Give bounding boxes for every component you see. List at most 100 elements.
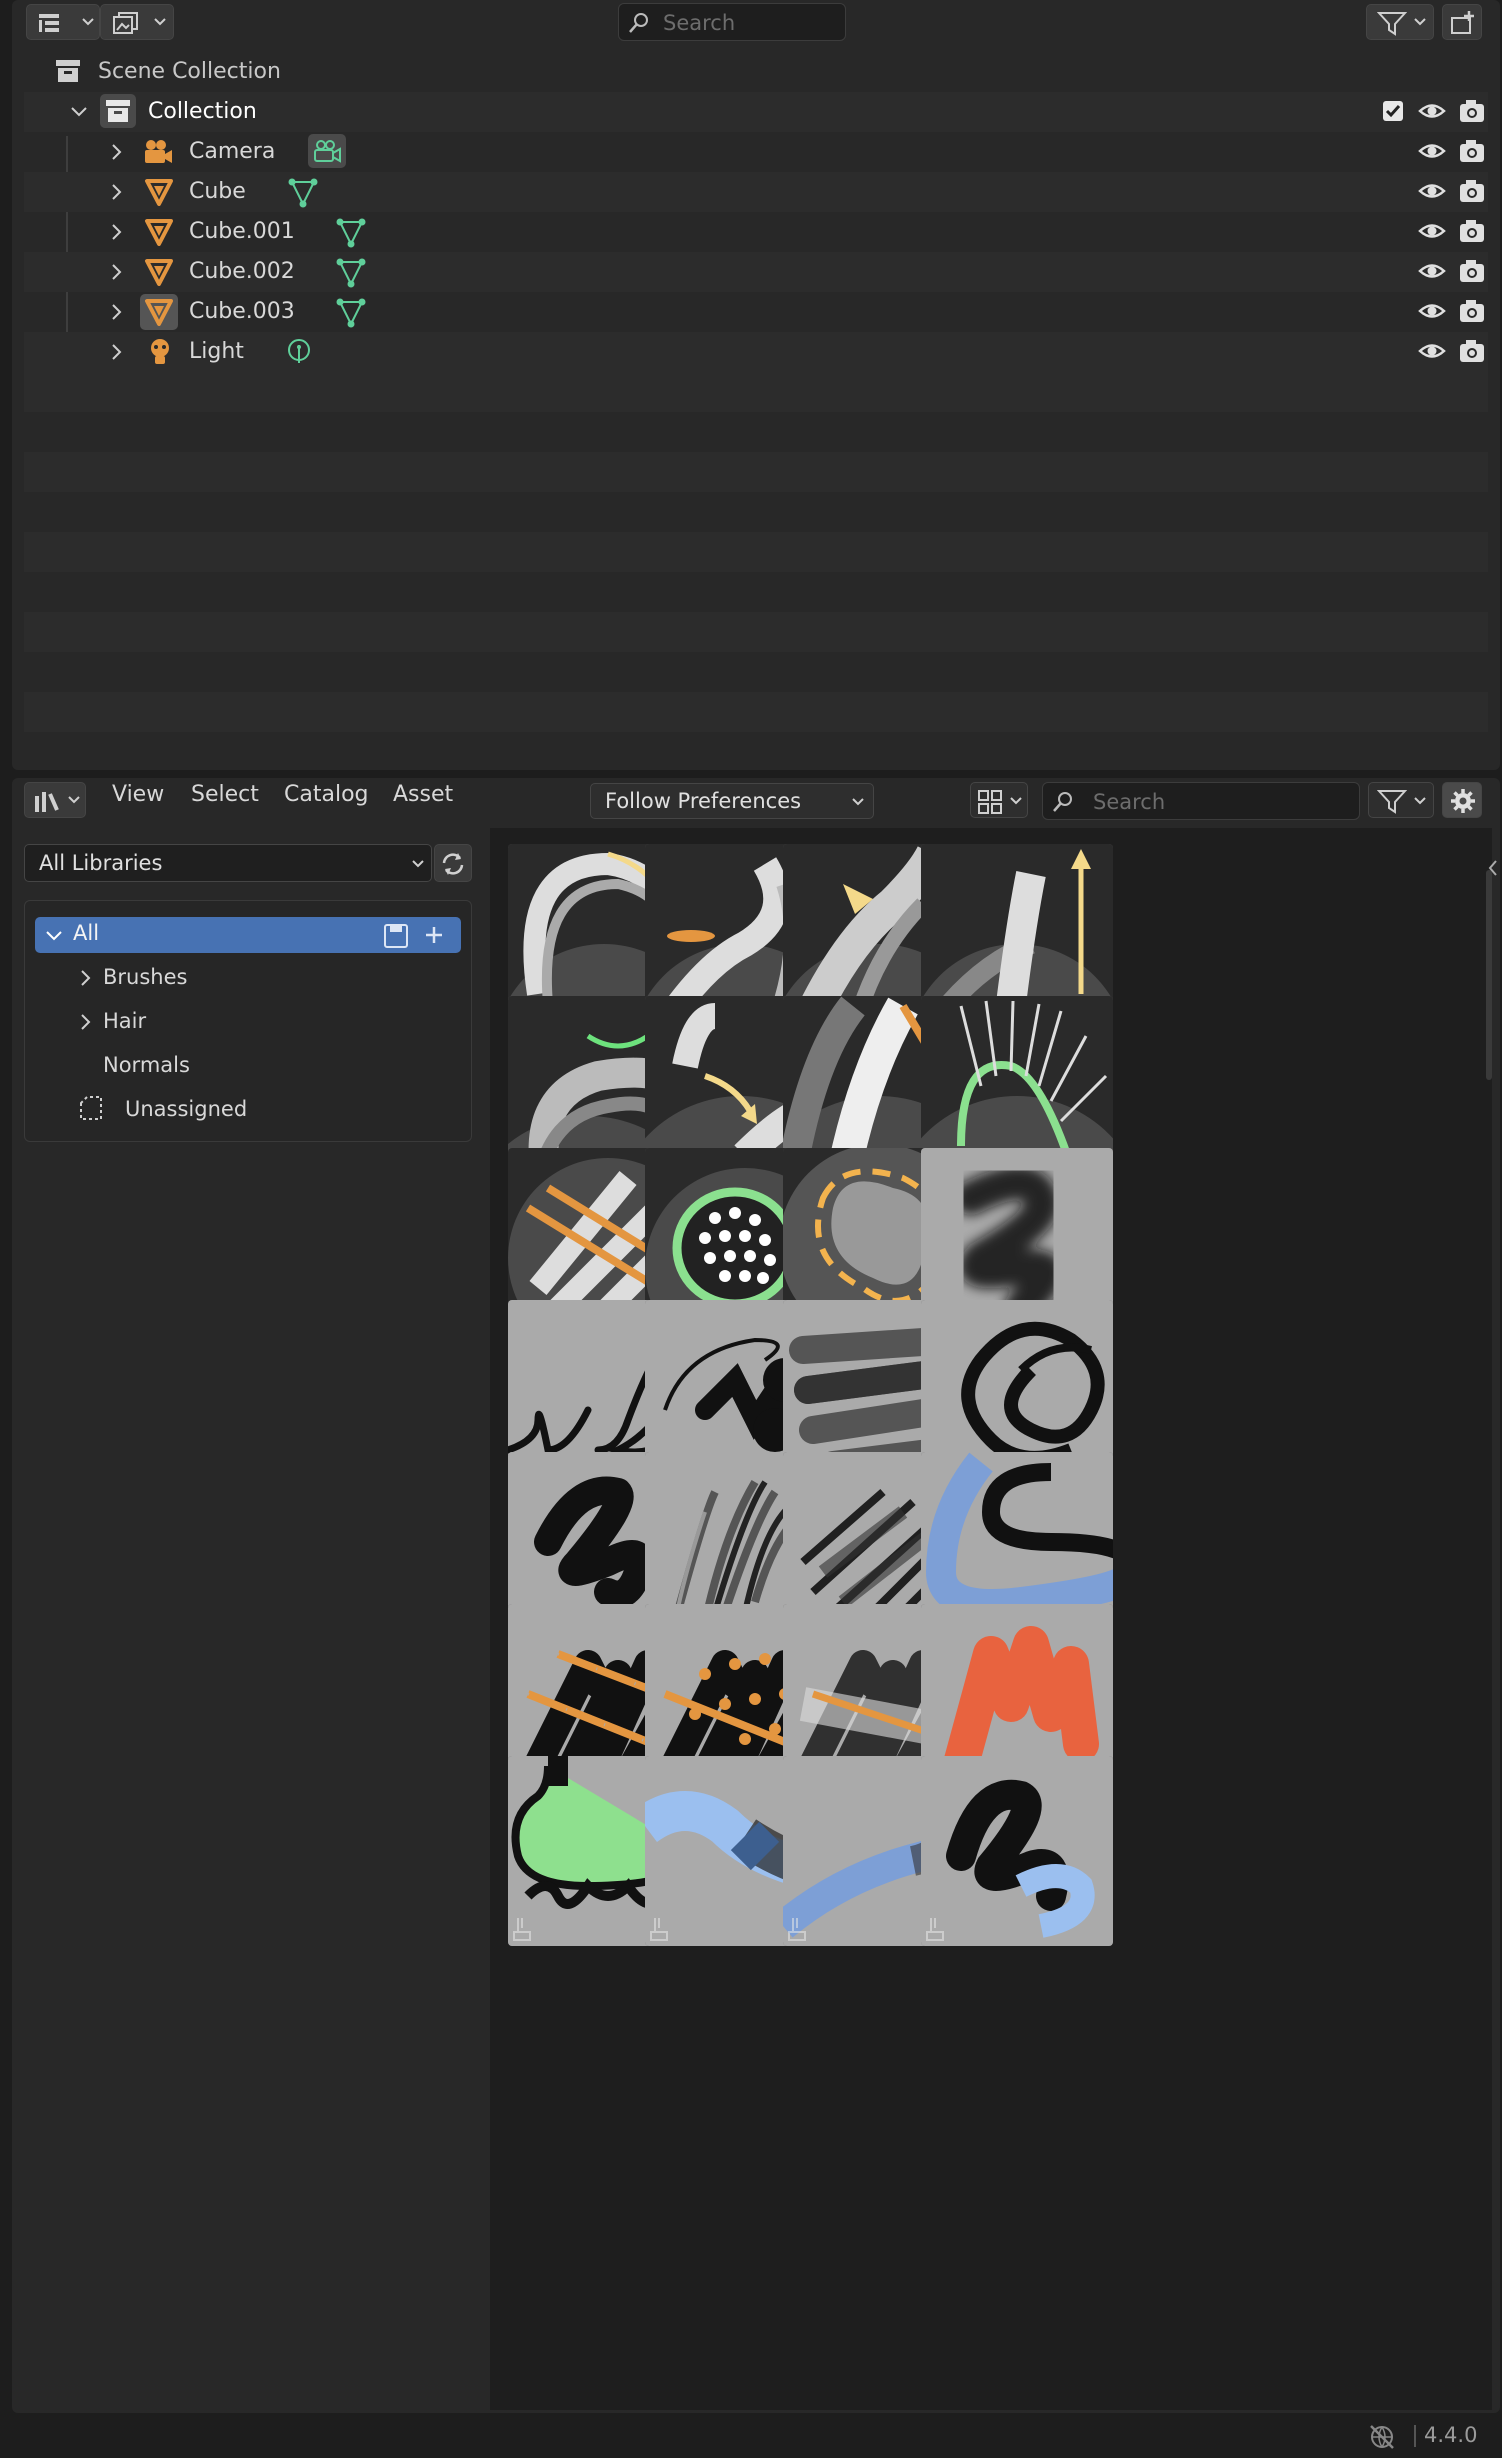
object-name-label: Cube.003 bbox=[189, 299, 295, 324]
status-divider bbox=[1414, 2425, 1416, 2447]
object-name-label: Cube bbox=[189, 179, 246, 204]
display-mode-grid-button[interactable] bbox=[970, 782, 1028, 818]
chevron-right-icon[interactable] bbox=[110, 183, 124, 201]
chevron-right-icon[interactable] bbox=[110, 263, 124, 281]
camera-render-icon[interactable] bbox=[1458, 178, 1486, 204]
settings-button[interactable] bbox=[1442, 782, 1482, 818]
chevron-right-icon[interactable] bbox=[110, 303, 124, 321]
eye-icon[interactable] bbox=[1418, 220, 1446, 242]
catalog-all-row[interactable]: All bbox=[35, 917, 461, 953]
asset-grid: CombGrow/ShrinkPinchPuffPull TipsSlideSm… bbox=[490, 828, 1492, 2410]
catalog-unassigned[interactable]: Unassigned bbox=[125, 1097, 247, 1121]
camera-render-icon[interactable] bbox=[1458, 218, 1486, 244]
mesh-object-icon bbox=[145, 259, 173, 286]
outliner-row-scene-collection[interactable]: Scene Collection bbox=[24, 52, 1488, 92]
scene-collection-label: Scene Collection bbox=[98, 59, 281, 84]
object-name-label: Camera bbox=[189, 139, 276, 164]
outliner-row-camera[interactable]: Camera bbox=[24, 132, 1488, 172]
mesh-object-icon bbox=[145, 219, 173, 246]
eye-icon[interactable] bbox=[1418, 140, 1446, 162]
filter-button[interactable] bbox=[1366, 4, 1434, 40]
object-name-label: Cube.002 bbox=[189, 259, 295, 284]
chevron-right-icon[interactable] bbox=[110, 143, 124, 161]
asset-filter-button[interactable] bbox=[1368, 782, 1434, 818]
status-bar: 4.4.0 bbox=[0, 2413, 1502, 2458]
editor-type-button[interactable] bbox=[26, 4, 100, 40]
outliner-row-cube[interactable]: Cube bbox=[24, 172, 1488, 212]
mesh-object-icon bbox=[145, 299, 173, 326]
camera-render-icon[interactable] bbox=[1458, 138, 1486, 164]
empty-row bbox=[24, 612, 1488, 652]
outliner-search-field[interactable]: Search bbox=[618, 3, 846, 41]
network-off-icon bbox=[1370, 2425, 1394, 2449]
search-icon bbox=[1053, 792, 1072, 812]
catalog-hair[interactable]: Hair bbox=[103, 1009, 146, 1033]
catalog-brushes[interactable]: Brushes bbox=[103, 965, 187, 989]
eye-icon[interactable] bbox=[1418, 340, 1446, 362]
chevron-down-icon[interactable] bbox=[70, 105, 88, 119]
search-icon bbox=[629, 13, 648, 33]
add-catalog-icon[interactable] bbox=[423, 924, 445, 946]
gear-icon bbox=[1451, 789, 1475, 813]
chevron-right-icon[interactable] bbox=[79, 969, 93, 987]
chevron-right-icon[interactable] bbox=[110, 343, 124, 361]
menu-catalog[interactable]: Catalog bbox=[284, 782, 369, 807]
camera-render-icon[interactable] bbox=[1458, 98, 1486, 124]
catalog-normals[interactable]: Normals bbox=[103, 1053, 190, 1077]
empty-row bbox=[24, 452, 1488, 492]
refresh-library-button[interactable] bbox=[434, 844, 472, 882]
filter-icon bbox=[1377, 12, 1407, 36]
outliner-row-cube-001[interactable]: Cube.001 bbox=[24, 212, 1488, 252]
mesh-data-icon[interactable] bbox=[336, 258, 366, 288]
camera-data-icon-box[interactable] bbox=[308, 134, 346, 168]
eye-icon[interactable] bbox=[1418, 300, 1446, 322]
chevron-right-icon[interactable] bbox=[79, 1013, 93, 1031]
mesh-object-icon bbox=[145, 179, 173, 206]
mesh-data-icon[interactable] bbox=[336, 218, 366, 248]
chevron-right-icon[interactable] bbox=[110, 223, 124, 241]
eye-icon[interactable] bbox=[1418, 260, 1446, 282]
menu-select[interactable]: Select bbox=[191, 782, 259, 807]
refresh-icon bbox=[442, 853, 464, 875]
outliner-icon bbox=[39, 14, 59, 32]
catalog-tree-panel: All Brushes Hair Normals Unassigned bbox=[24, 900, 472, 1142]
chevron-down-icon bbox=[1010, 797, 1022, 805]
asset-editor-type-button[interactable] bbox=[24, 782, 86, 818]
mesh-data-icon[interactable] bbox=[288, 178, 318, 208]
object-name-label: Cube.001 bbox=[189, 219, 295, 244]
chevron-down-icon[interactable] bbox=[45, 929, 63, 943]
collection-label: Collection bbox=[148, 99, 257, 124]
menu-asset[interactable]: Asset bbox=[393, 782, 453, 807]
sidebar-toggle-chevron-icon[interactable] bbox=[1486, 858, 1500, 878]
light-data-icon[interactable] bbox=[284, 337, 314, 367]
menu-view[interactable]: View bbox=[112, 782, 164, 807]
light-object-icon bbox=[151, 339, 169, 364]
eye-icon[interactable] bbox=[1418, 100, 1446, 122]
eye-icon[interactable] bbox=[1418, 180, 1446, 202]
object-name-label: Light bbox=[189, 339, 244, 364]
asset-grid-scrollbar[interactable] bbox=[1486, 870, 1492, 1080]
camera-render-icon[interactable] bbox=[1458, 258, 1486, 284]
camera-render-icon[interactable] bbox=[1458, 298, 1486, 324]
save-catalog-icon[interactable] bbox=[383, 923, 409, 949]
view-layer-icon bbox=[113, 12, 138, 34]
empty-row bbox=[24, 692, 1488, 732]
asset-thumbnail[interactable] bbox=[921, 1756, 1113, 1946]
outliner-row-cube-003[interactable]: Cube.003 bbox=[24, 292, 1488, 332]
outliner-row-light[interactable]: Light bbox=[24, 332, 1488, 372]
outliner-row-collection[interactable]: Collection bbox=[24, 92, 1488, 132]
camera-data-icon bbox=[314, 140, 341, 163]
mesh-data-icon[interactable] bbox=[336, 298, 366, 328]
camera-render-icon[interactable] bbox=[1458, 338, 1486, 364]
library-dropdown[interactable]: All Libraries bbox=[24, 844, 432, 882]
chevron-down-icon bbox=[852, 798, 864, 806]
collection-icon bbox=[106, 100, 130, 122]
display-mode-button[interactable] bbox=[100, 4, 174, 40]
outliner-row-cube-002[interactable]: Cube.002 bbox=[24, 252, 1488, 292]
checkbox-checked-icon[interactable] bbox=[1382, 100, 1404, 122]
new-collection-button[interactable] bbox=[1442, 4, 1482, 40]
asset-search-field[interactable]: Search bbox=[1042, 782, 1360, 820]
import-method-dropdown[interactable]: Follow Preferences bbox=[590, 783, 874, 819]
filter-icon bbox=[1377, 790, 1407, 814]
new-collection-icon bbox=[1451, 11, 1474, 34]
